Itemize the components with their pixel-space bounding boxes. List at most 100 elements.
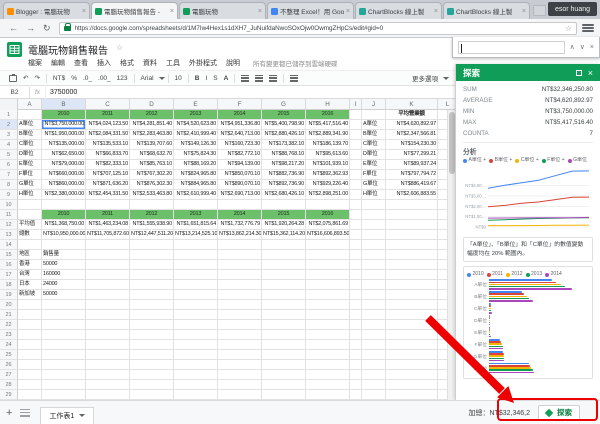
sum-chip[interactable]: 加總：NT$32,346,2 [469,408,530,418]
grid-cell[interactable]: NT$77,299.21 [386,150,438,160]
grid-cell[interactable] [386,250,438,260]
grid-cell[interactable] [174,360,218,370]
grid-cell[interactable]: NT$82,333.10 [86,160,130,170]
grid-cell[interactable] [174,320,218,330]
grid-cell[interactable]: 2011 [86,210,130,220]
grid-cell[interactable] [350,280,362,290]
grid-cell[interactable] [130,310,174,320]
column-header[interactable]: F [218,99,262,109]
grid-cell[interactable]: 2014 [218,210,262,220]
grid-cell[interactable] [218,200,262,210]
grid-cell[interactable]: NT$173,382.10 [262,140,306,150]
grid-cell[interactable] [306,390,350,400]
grid-cell[interactable] [350,240,362,250]
grid-cell[interactable] [86,330,130,340]
grid-cell[interactable] [350,370,362,380]
grid-cell[interactable]: NT$82,772.10 [218,150,262,160]
grid-cell[interactable] [130,370,174,380]
grid-cell[interactable] [306,300,350,310]
browser-tab[interactable]: 電腦玩物銷售報告 -× [91,2,178,19]
grid-cell[interactable]: NT$929,226.40 [306,180,350,190]
grid-cell[interactable] [42,330,86,340]
grid-cell[interactable] [362,340,386,350]
browser-tab[interactable]: Blogger : 電腦玩物× [3,2,90,19]
find-close-icon[interactable]: × [590,44,594,51]
row-header[interactable]: 6 [0,160,18,170]
row-header[interactable]: 13 [0,230,18,240]
grid-cell[interactable] [262,320,306,330]
grid-cell[interactable]: NT$1,463,234.08 [86,220,130,230]
grid-cell[interactable]: NT$2,680,426.10 [262,190,306,200]
profile-button[interactable]: esor huang [548,2,597,16]
grid-cell[interactable]: D單位 [18,150,42,160]
forward-icon[interactable]: → [26,23,35,33]
add-sheet-button[interactable]: + [6,407,12,419]
tab-close-icon[interactable]: × [170,8,174,15]
grid-cell[interactable] [362,290,386,300]
grid-cell[interactable]: F單位 [18,170,42,180]
grid-cell[interactable]: NT$2,075,861.69 [306,220,350,230]
grid-cell[interactable] [362,110,386,120]
grid-cell[interactable] [42,390,86,400]
insight-card[interactable]: 「A單位」、「B單位」和「C單位」的數值變動幅度均在 20% 範圍內。 [463,237,593,262]
grid-cell[interactable] [350,340,362,350]
row-header[interactable]: 28 [0,380,18,390]
grid-cell[interactable] [42,310,86,320]
grid-cell[interactable] [350,150,362,160]
grid-cell[interactable] [130,390,174,400]
browser-tab[interactable]: ChartBlocks 線上製× [443,2,530,19]
grid-cell[interactable]: NT$2,410,999.40 [174,130,218,140]
format-currency-button[interactable]: NT$ [53,75,65,82]
grid-cell[interactable]: NT$2,533,463.80 [130,190,174,200]
row-header[interactable]: 20 [0,300,18,310]
grid-cell[interactable]: NT$2,283,463.80 [130,130,174,140]
grid-cell[interactable]: NT$12,447,511.20 [130,230,174,240]
grid-cell[interactable]: NT$2,347,566.81 [386,130,438,140]
grid-cell[interactable]: NT$62,650.00 [42,150,86,160]
new-tab-button[interactable] [533,5,546,16]
grid-cell[interactable] [350,230,362,240]
column-header[interactable]: G [262,99,306,109]
grid-cell[interactable] [262,310,306,320]
grid-cell[interactable] [18,370,42,380]
grid-cell[interactable]: NT$1,368,750.00 [42,220,86,230]
grid-cell[interactable]: B單位 [362,130,386,140]
grid-cell[interactable] [130,260,174,270]
grid-cell[interactable] [262,370,306,380]
grid-cell[interactable]: NT$15,362,114.20 [262,230,306,240]
menu-item[interactable]: 檔案 [28,58,42,68]
decrease-decimals-button[interactable]: .0_ [83,75,92,82]
grid-cell[interactable] [350,110,362,120]
grid-cell[interactable] [42,380,86,390]
grid-cell[interactable] [362,240,386,250]
column-header[interactable]: L [438,99,455,109]
grid-cell[interactable]: A單位 [362,120,386,130]
grid-cell[interactable]: 2012 [130,110,174,120]
grid-cell[interactable] [18,350,42,360]
grid-cell[interactable] [386,370,438,380]
grid-cell[interactable] [42,300,86,310]
grid-cell[interactable] [86,300,130,310]
grid-cell[interactable] [386,340,438,350]
undo-icon[interactable]: ↶ [23,74,28,82]
reload-icon[interactable]: ↻ [43,23,51,34]
explore-button[interactable]: 探索 [538,405,580,421]
grid-cell[interactable] [350,130,362,140]
row-header[interactable]: 10 [0,200,18,210]
grid-cell[interactable] [18,200,42,210]
more-formats-button[interactable]: 123 [117,75,128,82]
grid-cell[interactable]: NT$892,362.93 [306,170,350,180]
sheet-tab[interactable]: 工作表1 [40,407,94,424]
explore-line-chart[interactable]: NT$4,00…NT$3,00…NT$2,00…NT$1,00…NT$0 [463,165,592,233]
grid-cell[interactable]: C單位 [18,140,42,150]
grid-cell[interactable] [42,370,86,380]
grid-cell[interactable]: 2011 [86,110,130,120]
grid-cell[interactable] [174,200,218,210]
grid-cell[interactable] [218,240,262,250]
grid-cell[interactable] [86,380,130,390]
grid-cell[interactable] [130,270,174,280]
grid-cell[interactable] [350,180,362,190]
grid-cell[interactable]: NT$139,707.60 [130,140,174,150]
grid-cell[interactable]: NT$160,723.30 [218,140,262,150]
grid-cell[interactable]: C單位 [362,140,386,150]
